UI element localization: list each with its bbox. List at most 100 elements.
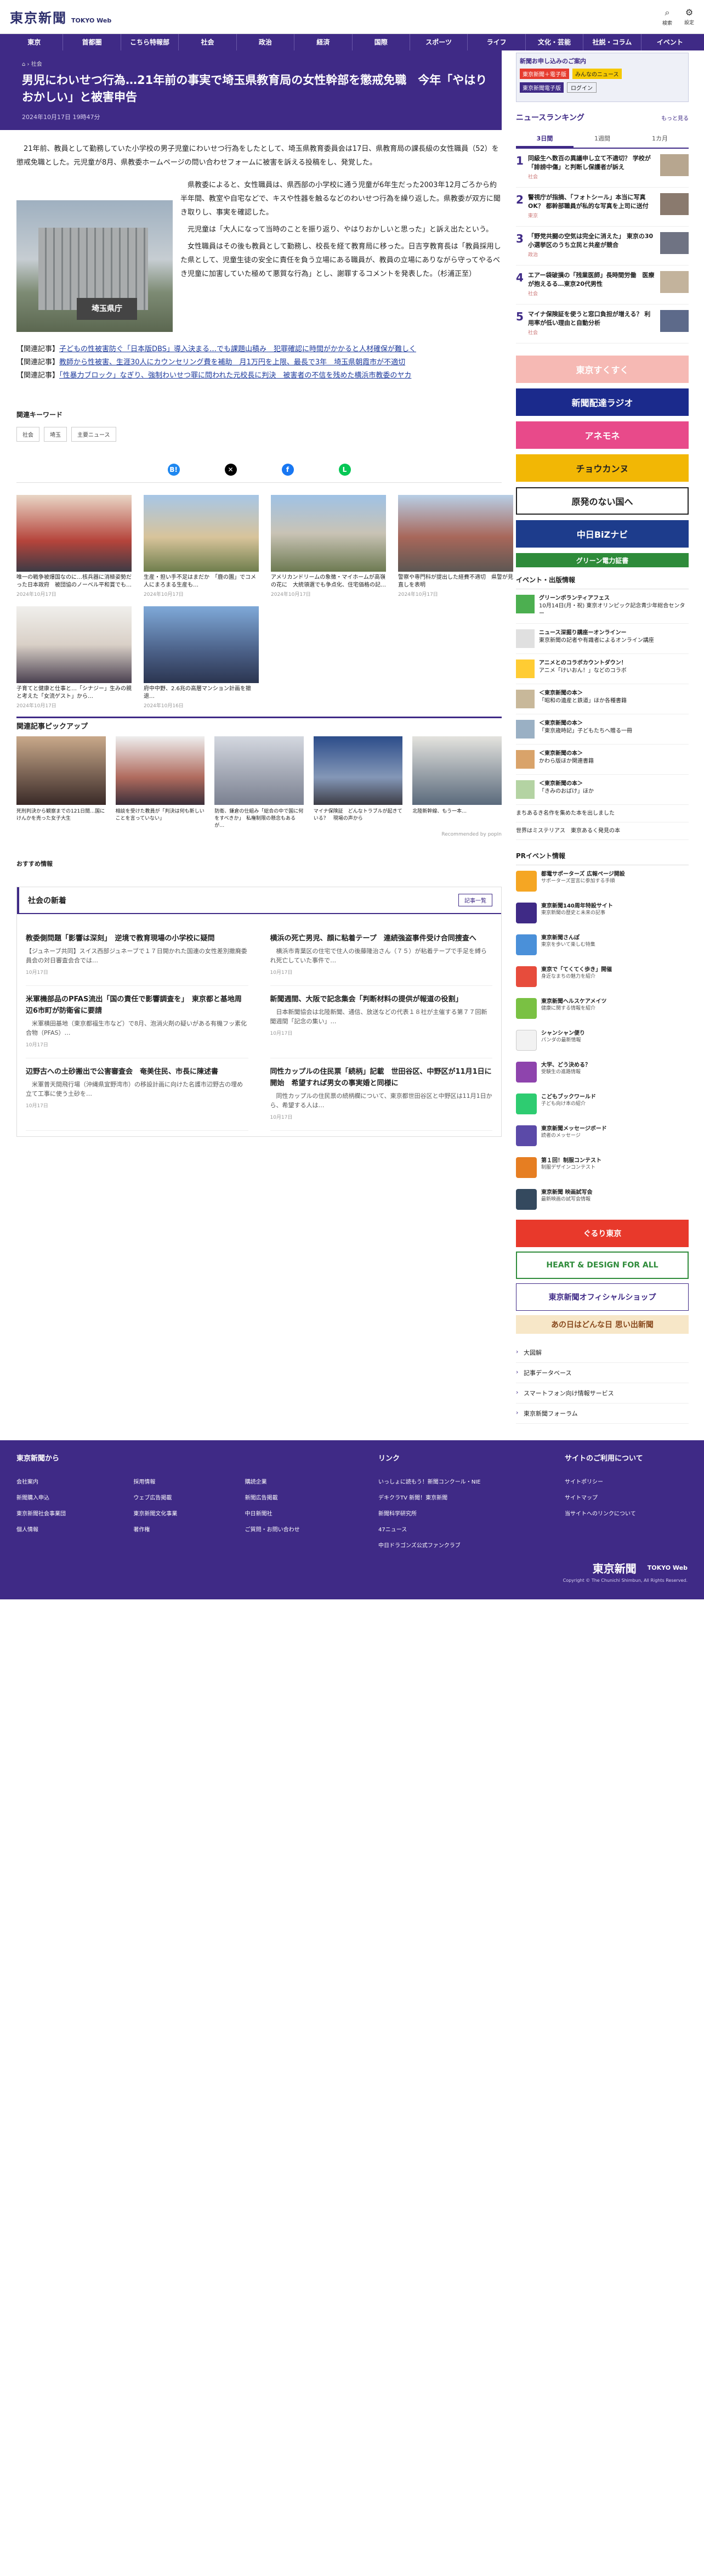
pr-item[interactable]: こどもブックワールド 子ども向け本の紹介	[516, 1088, 689, 1120]
nav-item[interactable]: 経済	[294, 34, 353, 50]
event-item[interactable]: ＜東京新聞の本＞ 「昭和の遺産と鉄道」ほか各種書籍	[516, 684, 689, 714]
banner[interactable]: 新聞配達ラジオ	[516, 388, 689, 416]
pr-item[interactable]: シャンシャン便り パンダの最新情報	[516, 1024, 689, 1056]
footer-link[interactable]: 当サイトへのリンクについて	[565, 1509, 643, 1517]
banner[interactable]: 原発のない国へ	[516, 487, 689, 515]
news-card[interactable]: 唯一の戦争被爆国なのに…核兵器に消極姿勢だった日本政府 被団協のノーベル平和賞で…	[16, 495, 132, 598]
pickup-card[interactable]: 防衛、鎌倉の仕組み「総合の中で国に何をすべきか」 私権制限の懸念もあるが…	[214, 736, 304, 830]
ranking-more-link[interactable]: もっと見る	[661, 114, 689, 122]
search-button[interactable]: ⌕ 検索	[662, 7, 672, 26]
article-photo[interactable]: 埼玉県庁	[16, 200, 173, 332]
pr-item[interactable]: 東京で「てくてく歩き」開催 身近なまちの魅力を紹介	[516, 961, 689, 993]
banner[interactable]: 中日BiZナビ	[516, 520, 689, 548]
tab-3days[interactable]: 3日間	[516, 131, 574, 148]
banner[interactable]: 東京新聞オフィシャルショップ	[516, 1283, 689, 1311]
keyword-tag[interactable]: 社会	[16, 427, 39, 442]
more-button[interactable]: 記事一覧	[458, 894, 492, 906]
news-item[interactable]: 横浜の死亡男児、顔に粘着テープ 連続強盗事件受け合同捜査へ 横浜市青葉区の住宅で…	[270, 925, 492, 986]
banner[interactable]: ぐるり東京	[516, 1220, 689, 1247]
news-card[interactable]: 生産・担い手不足はまだか 「鹿の園」でコメ人にまろまる生産も… 2024年10月1…	[144, 495, 259, 598]
event-item[interactable]: ＜東京新聞の本＞ 「きみのおばけ」ほか	[516, 775, 689, 805]
news-card[interactable]: 府中中野、2.6兆の高層マンション計画を撤退… 2024年10月16日	[144, 606, 259, 709]
footer-link[interactable]: ウェブ広告掲載	[133, 1493, 223, 1501]
news-item[interactable]: 新聞週間、大阪で記念集会「判断材料の提供が報道の役割」 日本新聞協会は北陸新聞、…	[270, 986, 492, 1058]
tab-1week[interactable]: 1週間	[574, 131, 631, 148]
service-link[interactable]: 東京新聞フォーラム	[516, 1403, 689, 1424]
nav-item[interactable]: 文化・芸能	[526, 34, 584, 50]
pr-item[interactable]: 東京新聞ヘルスケアメイツ 健康に関する情報を紹介	[516, 993, 689, 1024]
tab-1month[interactable]: 1カ月	[631, 131, 689, 148]
ranking-item[interactable]: 5 マイナ保険証を使うと窓口負担が増える？ 利用率が低い理由と自動分析 社会	[516, 305, 689, 343]
hatena-icon[interactable]: B!	[167, 464, 180, 476]
nav-item[interactable]: 社説・コラム	[583, 34, 641, 50]
pickup-card[interactable]: 北陸新幹線、もう一本…	[412, 736, 502, 830]
line-icon[interactable]: L	[338, 464, 351, 476]
nav-item[interactable]: スポーツ	[410, 34, 468, 50]
event-item[interactable]: ニュース深掘り講座ーオンラインー 東京新聞の記者や有識者によるオンライン講座	[516, 624, 689, 654]
site-logo[interactable]: 東京新聞 TOKYO Web	[10, 7, 111, 26]
footer-link[interactable]: サイトマップ	[565, 1493, 643, 1501]
subscription-ad[interactable]: 新聞お申し込みのご案内 東京新聞＋電子版 みんなのニュース 東京新聞電子版 ログイン	[516, 53, 689, 102]
footer-link[interactable]: 購読企業	[245, 1477, 345, 1485]
ranking-item[interactable]: 4 エアー袋破損の「残業医師」長時間労働 医療が抱えるる…東京20代男性 社会	[516, 266, 689, 305]
x-icon[interactable]: ✕	[224, 464, 237, 476]
news-card[interactable]: 警察や専門科が提出した経費不適切 県警が見直しを表明 2024年10月17日	[398, 495, 513, 598]
related-link[interactable]: 子どもの性被害防ぐ「日本版DBS」導入決まる…でも課題山積み 犯罪確認に時間がか…	[59, 345, 416, 353]
service-link[interactable]: 大図解	[516, 1343, 689, 1363]
ranking-item[interactable]: 1 同級生へ数百の異議申し立て不適切？ 学校が「誹謗中傷」と判断し保護者が訴え 社会	[516, 149, 689, 188]
footer-link[interactable]: 新聞購入申込	[16, 1493, 111, 1501]
banner[interactable]: チョウカンヌ	[516, 454, 689, 482]
nav-item[interactable]: こちら特報部	[121, 34, 179, 50]
footer-link[interactable]: 47ニュース	[378, 1525, 532, 1533]
footer-link[interactable]: 新聞科学研究所	[378, 1509, 532, 1517]
footer-link[interactable]: ご質問・お問い合わせ	[245, 1525, 345, 1533]
facebook-icon[interactable]: f	[281, 464, 294, 476]
nav-item[interactable]: ライフ	[468, 34, 526, 50]
event-text[interactable]: 世界はミステリアス 東京あるく発見の本	[516, 822, 689, 840]
footer-link[interactable]: 会社案内	[16, 1477, 111, 1485]
news-item[interactable]: 同性カップルの住民票「続柄」記載 世田谷区、中野区が11月1日に開始 希望すれば…	[270, 1058, 492, 1131]
footer-link[interactable]: いっしょに読もう！新聞コンクール・NIE	[378, 1477, 532, 1485]
footer-link[interactable]: サイトポリシー	[565, 1477, 643, 1485]
footer-link[interactable]: 中日ドラゴンズ公式ファンクラブ	[378, 1541, 532, 1549]
nav-item[interactable]: 首都圏	[63, 34, 121, 50]
pickup-card[interactable]: 相談を受けた教員が「判決は何も新しいことを言っていない」	[115, 736, 205, 830]
pr-item[interactable]: 東京新聞 映画試写会 最新映画の試写会情報	[516, 1183, 689, 1215]
pr-item[interactable]: 東京新聞さんぽ 東京を歩いて楽しむ特集	[516, 929, 689, 961]
footer-link[interactable]: 新聞広告掲載	[245, 1493, 345, 1501]
event-text[interactable]: まちあるき名作を集めた本を出しました	[516, 805, 689, 822]
event-item[interactable]: グリーンボランティアフェス 10月14日(月・祝) 東京オリンピック記念青少年総合…	[516, 589, 689, 624]
nav-item[interactable]: イベント	[641, 34, 699, 50]
pr-item[interactable]: 大学、どう決める？ 受験生の進路情報	[516, 1056, 689, 1088]
footer-link[interactable]: 個人情報	[16, 1525, 111, 1533]
settings-button[interactable]: ⚙ 設定	[684, 7, 694, 26]
footer-link[interactable]: 中日新聞社	[245, 1509, 345, 1517]
news-item[interactable]: 辺野古への土砂搬出で公害審査会 奄美住民、市長に陳述書 米軍普天間飛行場（沖縄県…	[26, 1058, 248, 1131]
banner[interactable]: HEART & DESIGN FOR ALL	[516, 1252, 689, 1279]
footer-link[interactable]: 東京新聞文化事業	[133, 1509, 223, 1517]
pr-item[interactable]: 第１回！制服コンテスト 制服デザインコンテスト	[516, 1152, 689, 1183]
ranking-item[interactable]: 2 警視庁が指摘、「フォトシール」本当に写真OK？ 都幹部職員が私的な写真を上司に…	[516, 188, 689, 227]
footer-link[interactable]: 採用情報	[133, 1477, 223, 1485]
banner[interactable]: あの日はどんな日 思い出新聞	[516, 1315, 689, 1334]
pr-item[interactable]: 東京新聞140周年特設サイト 東京新聞の歴史と未来の記事	[516, 897, 689, 929]
pr-item[interactable]: 都電サポーターズ 広報ページ開設 サポーターズ宣言に参加する手順	[516, 865, 689, 897]
related-link[interactable]: 教師から性被害、生涯30人にカウンセリング費を補助 月1万円を上限、最長で3年 …	[59, 358, 405, 367]
event-item[interactable]: ＜東京新聞の本＞ 「東京歳時記」子どもたちへ贈る一冊	[516, 714, 689, 745]
banner[interactable]: グリーン電力証書	[516, 553, 689, 567]
banner[interactable]: 東京すくすく	[516, 356, 689, 383]
service-link[interactable]: スマートフォン向け情報サービス	[516, 1383, 689, 1403]
news-card[interactable]: 子育てと健康と仕事と…「シナジー」生みの親と考えた「女流ゲスト」から… 2024年…	[16, 606, 132, 709]
nav-item[interactable]: 東京	[5, 34, 64, 50]
news-item[interactable]: 米軍機部品のPFAS流出「国の責任で影響調査を」 東京都と基地周辺6市町が防衛省…	[26, 986, 248, 1058]
footer-link[interactable]: 東京新聞社会事業団	[16, 1509, 111, 1517]
event-item[interactable]: ＜東京新聞の本＞ かわら版ほか関連書籍	[516, 745, 689, 775]
pickup-card[interactable]: 死刑判決から観察までの121日間…国にけんかを売った女子大生	[16, 736, 106, 830]
nav-item[interactable]: 政治	[237, 34, 295, 50]
footer-logo[interactable]: 東京新聞	[593, 1560, 637, 1576]
pickup-card[interactable]: マイナ保険証 どんなトラブルが起きている？ 現場の声から	[313, 736, 403, 830]
news-card[interactable]: アメリカンドリームの象徴・マイホームが高嶺の花に 大統領選でも争点化、住宅価格の…	[271, 495, 386, 598]
news-item[interactable]: 教委側問題「影響は深刻」 逆境で教育現場の小学校に疑問 【ジュネーブ共同】スイス西…	[26, 925, 248, 986]
breadcrumb[interactable]: ⌂ › 社会	[22, 59, 495, 67]
banner[interactable]: アネモネ	[516, 421, 689, 449]
